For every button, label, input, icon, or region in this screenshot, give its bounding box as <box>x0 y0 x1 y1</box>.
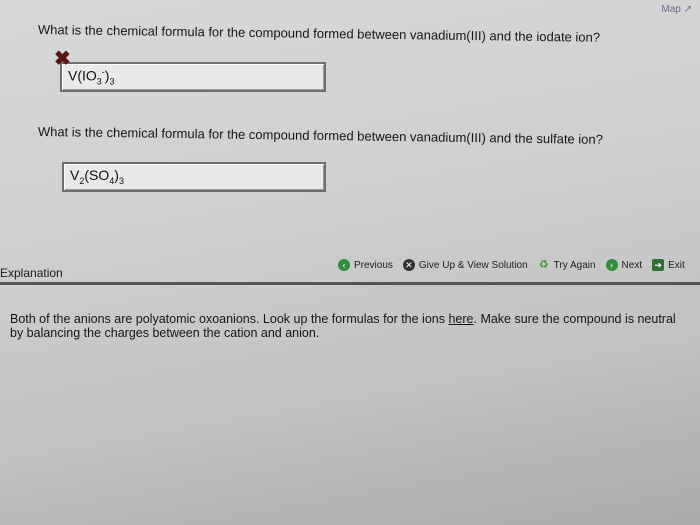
arrow-left-circle-icon: ‹ <box>338 259 350 271</box>
answer-2-formula: V2(SO4)3 <box>70 167 124 186</box>
try-again-button[interactable]: ♻ Try Again <box>538 259 596 271</box>
answer-2-mid: (SO <box>84 167 110 183</box>
answer-field-2[interactable]: V2(SO4)3 <box>62 162 326 192</box>
explanation-text-part-1: Both of the anions are polyatomic oxoani… <box>10 312 449 326</box>
try-again-label: Try Again <box>553 259 596 271</box>
recycle-icon: ♻ <box>538 259 549 271</box>
exit-arrow-icon: ➜ <box>652 259 665 271</box>
screen: Map ↗ What is the chemical formula for t… <box>0 0 700 525</box>
question-2-prompt: What is the chemical formula for the com… <box>37 124 604 147</box>
red-x-icon: ✖ <box>54 48 71 70</box>
arrow-right-circle-icon: › <box>605 259 618 271</box>
previous-label: Previous <box>354 259 393 271</box>
exit-label: Exit <box>668 259 685 271</box>
answer-1-sub2: 3 <box>109 76 115 87</box>
map-link[interactable]: Map ↗ <box>661 4 692 15</box>
explanation-heading: Explanation <box>0 266 63 280</box>
answer-field-1[interactable]: V(IO3-)3 <box>60 62 326 92</box>
previous-button[interactable]: ‹ Previous <box>338 259 393 271</box>
question-1-prompt: What is the chemical formula for the com… <box>37 22 601 45</box>
exit-button[interactable]: ➜ Exit <box>652 259 685 271</box>
next-label: Next <box>621 259 643 271</box>
give-up-label: Give Up & View Solution <box>418 259 528 271</box>
answer-1-sub1: 3 <box>96 76 102 87</box>
answer-1-base: V(IO <box>68 67 97 84</box>
x-circle-icon: ✕ <box>402 259 415 271</box>
action-toolbar: ‹ Previous ✕ Give Up & View Solution ♻ T… <box>338 255 685 275</box>
answer-1-formula: V(IO3-)3 <box>68 67 114 86</box>
answer-2-base: V <box>70 167 80 183</box>
next-button[interactable]: › Next <box>605 259 643 271</box>
ions-link[interactable]: here <box>448 312 473 326</box>
give-up-button[interactable]: ✕ Give Up & View Solution <box>402 259 528 271</box>
map-label[interactable]: Map <box>661 4 680 15</box>
explanation-text: Both of the anions are polyatomic oxoani… <box>10 312 690 340</box>
answer-2-sub3: 3 <box>118 175 124 186</box>
